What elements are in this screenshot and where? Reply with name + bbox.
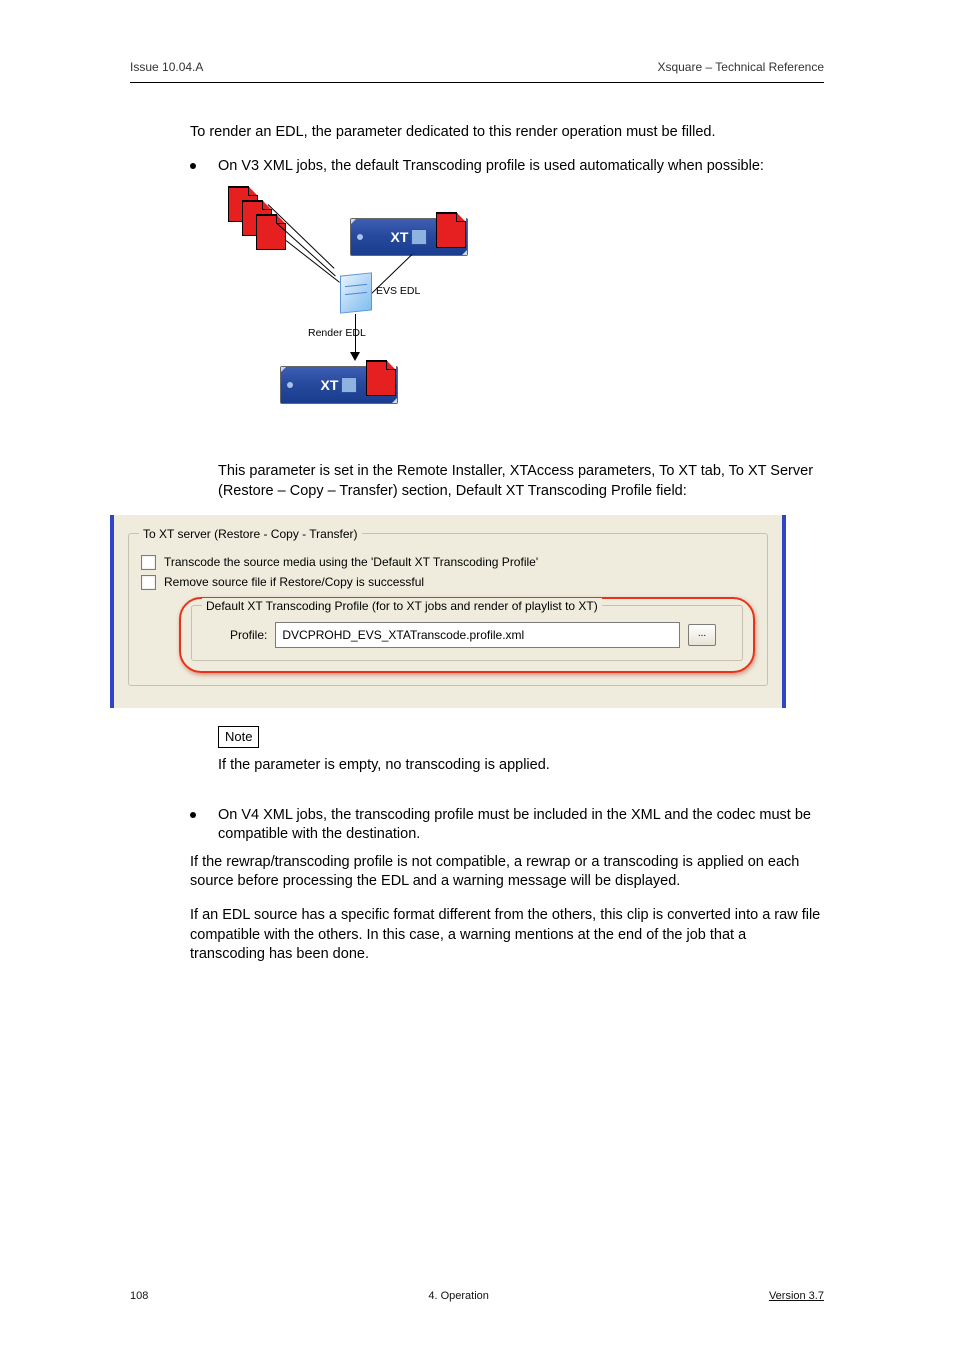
edl-render-diagram: XT EVS EDL Render EDL XT [190,184,570,444]
header-rule [130,82,824,83]
settings-panel: To XT server (Restore - Copy - Transfer)… [110,515,786,707]
format-diff-paragraph: If an EDL source has a specific format d… [190,906,824,965]
default-profile-group-title: Default XT Transcoding Profile (for to X… [202,598,602,614]
bullet-v3: On V3 XML jobs, the default Transcoding … [218,157,764,177]
browse-button[interactable]: ... [688,624,716,646]
to-xt-group-title: To XT server (Restore - Copy - Transfer) [139,526,362,542]
transcode-checkbox[interactable] [141,555,156,570]
render-edl-label: Render EDL [308,326,366,340]
profile-input[interactable] [275,622,680,648]
header-issue: Issue 10.04.A [130,60,203,74]
xt-label: XT [321,376,339,395]
footer-section: 4. Operation [428,1290,489,1302]
page-footer: 108 4. Operation Version 3.7 [130,1290,824,1302]
highlight-annotation: Default XT Transcoding Profile (for to X… [179,597,755,673]
bullet-dot [190,163,196,169]
remove-source-checkbox[interactable] [141,575,156,590]
param-location-paragraph: This parameter is set in the Remote Inst… [218,462,824,501]
to-xt-group: To XT server (Restore - Copy - Transfer)… [128,533,768,685]
evs-edl-icon [340,272,372,313]
incompat-paragraph: If the rewrap/transcoding profile is not… [190,853,824,892]
note-text: If the parameter is empty, no transcodin… [218,756,578,776]
page-header: Issue 10.04.A Xsquare – Technical Refere… [130,60,824,74]
profile-label: Profile: [230,627,267,643]
evs-edl-label: EVS EDL [376,284,420,298]
footer-page: 108 [130,1290,148,1302]
bullet-v4: On V4 XML jobs, the transcoding profile … [218,806,824,845]
bullet-dot [190,812,196,818]
xt-label: XT [391,228,409,247]
transcode-checkbox-label: Transcode the source media using the 'De… [164,554,538,570]
remove-source-checkbox-label: Remove source file if Restore/Copy is su… [164,574,424,590]
intro-paragraph: To render an EDL, the parameter dedicate… [190,123,824,143]
note-badge: Note [225,729,252,744]
footer-version: Version 3.7 [769,1290,824,1302]
header-product: Xsquare – Technical Reference [657,60,824,74]
